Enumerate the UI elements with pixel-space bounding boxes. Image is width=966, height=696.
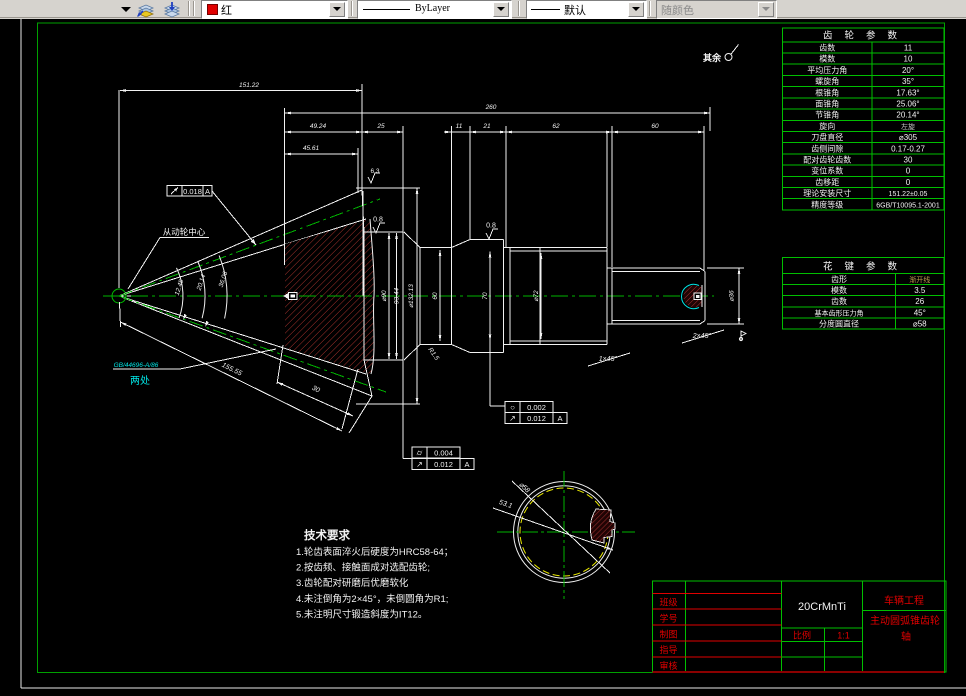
svg-text:平均压力角: 平均压力角 (807, 65, 847, 75)
svg-text:26: 26 (915, 297, 924, 306)
svg-text:3.齿轮配对研磨后优磨软化: 3.齿轮配对研磨后优磨软化 (296, 577, 409, 589)
svg-text:A: A (205, 187, 210, 196)
svg-text:20.14°: 20.14° (896, 111, 919, 120)
svg-text:从动轮中心: 从动轮中心 (163, 227, 206, 237)
svg-text:11: 11 (904, 43, 913, 52)
svg-text:5.未注明尺寸锻造斜度为IT12。: 5.未注明尺寸锻造斜度为IT12。 (296, 608, 427, 620)
svg-text:17.63°: 17.63° (896, 88, 919, 97)
svg-text:渐开线: 渐开线 (909, 275, 930, 284)
svg-text:93.44: 93.44 (394, 287, 401, 304)
svg-text:根锥角: 根锥角 (815, 87, 839, 97)
svg-text:2.按齿频、接触面成对选配齿轮;: 2.按齿频、接触面成对选配齿轮; (296, 562, 430, 574)
svg-text:A: A (557, 414, 562, 423)
svg-text:↗: ↗ (416, 460, 423, 469)
svg-text:学号: 学号 (659, 612, 677, 623)
svg-text:260: 260 (485, 104, 497, 111)
svg-text:齿移距: 齿移距 (815, 177, 839, 187)
svg-text:刀盘直径: 刀盘直径 (811, 132, 843, 142)
svg-text:GB/44696-A/86: GB/44696-A/86 (114, 362, 159, 369)
svg-text:两处: 两处 (130, 375, 150, 387)
svg-text:0: 0 (906, 167, 911, 176)
svg-text:轴: 轴 (901, 630, 911, 643)
svg-text:分度圆直径: 分度圆直径 (819, 318, 859, 328)
svg-text:30: 30 (904, 156, 913, 165)
svg-text:35°: 35° (902, 77, 914, 86)
svg-text:车辆工程: 车辆工程 (884, 594, 924, 607)
svg-text:⌀90: ⌀90 (381, 290, 388, 302)
svg-text:25: 25 (376, 123, 385, 130)
svg-text:旋向: 旋向 (819, 121, 835, 131)
svg-text:⌀72: ⌀72 (533, 290, 540, 302)
svg-text:其余: 其余 (703, 52, 722, 63)
svg-text:⌀58: ⌀58 (913, 319, 927, 328)
svg-text:齿轮参数: 齿轮参数 (823, 30, 909, 42)
svg-text:25.06°: 25.06° (896, 99, 919, 108)
svg-text:60: 60 (651, 123, 659, 130)
svg-text:齿形: 齿形 (831, 275, 847, 284)
svg-text:0.012: 0.012 (527, 414, 546, 423)
svg-text:基本齿形压力角: 基本齿形压力角 (815, 308, 864, 317)
svg-text:0.17-0.27: 0.17-0.27 (891, 144, 925, 153)
svg-text:⌀132.13: ⌀132.13 (408, 284, 415, 308)
svg-text:70: 70 (482, 292, 489, 300)
svg-text:45.61: 45.61 (303, 145, 320, 152)
svg-text:20°: 20° (902, 66, 914, 75)
svg-text:1.轮齿表面淬火后硬度为HRC58-64；: 1.轮齿表面淬火后硬度为HRC58-64； (296, 546, 453, 558)
svg-text:齿侧间隙: 齿侧间隙 (811, 143, 843, 153)
svg-text:151.22±0.05: 151.22±0.05 (889, 191, 928, 198)
svg-text:配对齿轮齿数: 配对齿轮齿数 (803, 155, 851, 165)
svg-text:⌀36: ⌀36 (729, 290, 736, 302)
svg-text:0: 0 (906, 178, 911, 187)
svg-text:面锥角: 面锥角 (815, 98, 839, 108)
svg-text:6.3: 6.3 (370, 168, 379, 175)
svg-text:指导: 指导 (659, 644, 677, 655)
svg-text:0.004: 0.004 (434, 449, 453, 458)
svg-text:0.8: 0.8 (373, 217, 383, 224)
svg-text:左旋: 左旋 (901, 122, 915, 131)
svg-text:花键参数: 花键参数 (823, 261, 909, 273)
svg-text:齿数: 齿数 (819, 42, 835, 52)
svg-text:0.002: 0.002 (527, 403, 546, 412)
svg-text:⌭: ⌭ (417, 449, 423, 458)
svg-text:151.22: 151.22 (239, 82, 259, 89)
svg-text:齿数: 齿数 (831, 296, 847, 306)
svg-text:比例: 比例 (793, 630, 811, 641)
svg-text:主动圆弧锥齿轮: 主动圆弧锥齿轮 (870, 614, 940, 627)
svg-text:制图: 制图 (659, 628, 677, 639)
svg-text:⌀305: ⌀305 (899, 133, 918, 142)
svg-text:A: A (464, 460, 469, 469)
svg-text:变位系数: 变位系数 (811, 166, 843, 176)
svg-text:班级: 班级 (659, 597, 677, 608)
svg-text:1:1: 1:1 (837, 631, 850, 641)
svg-text:60: 60 (432, 292, 439, 300)
svg-text:49.24: 49.24 (310, 123, 327, 130)
svg-text:模数: 模数 (819, 54, 835, 64)
svg-text:3.5: 3.5 (914, 286, 926, 295)
svg-text:0.012: 0.012 (434, 460, 453, 469)
svg-text:↗: ↗ (509, 414, 516, 423)
svg-text:0.8: 0.8 (486, 223, 496, 230)
svg-text:节锥角: 节锥角 (815, 110, 839, 120)
svg-text:11: 11 (456, 123, 463, 130)
svg-text:6GB/T10095.1-2001: 6GB/T10095.1-2001 (876, 202, 940, 209)
svg-text:技术要求: 技术要求 (304, 528, 350, 542)
svg-text:62: 62 (552, 123, 560, 130)
svg-text:4.未注倒角为2×45°，未倒圆角为R1;: 4.未注倒角为2×45°，未倒圆角为R1; (296, 593, 448, 605)
svg-text:模数: 模数 (831, 285, 847, 295)
svg-text:21: 21 (482, 123, 491, 130)
svg-text:20CrMnTi: 20CrMnTi (798, 601, 846, 613)
svg-text:○: ○ (510, 403, 515, 412)
svg-text:精度等级: 精度等级 (811, 199, 843, 209)
svg-text:0.018: 0.018 (183, 187, 202, 196)
svg-text:45°: 45° (914, 308, 926, 317)
svg-text:理论安装尺寸: 理论安装尺寸 (803, 188, 851, 198)
svg-text:审核: 审核 (659, 660, 677, 671)
svg-text:10: 10 (904, 55, 913, 64)
svg-text:螺旋角: 螺旋角 (815, 76, 839, 86)
